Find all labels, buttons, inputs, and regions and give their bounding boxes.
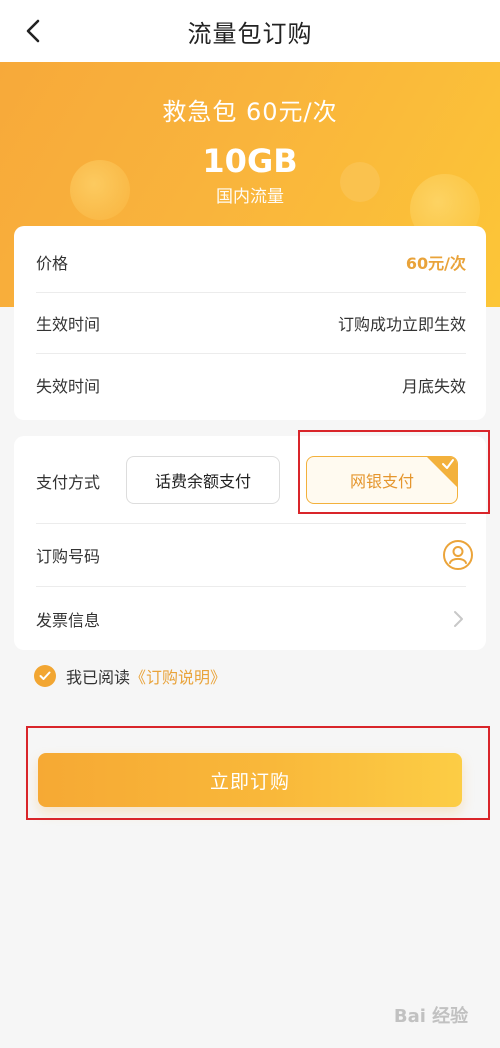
user-icon	[443, 540, 473, 570]
check-icon	[442, 459, 454, 469]
package-subtitle: 国内流量	[216, 187, 284, 207]
package-details-card: 价格 60元/次 生效时间 订购成功立即生效 失效时间 月底失效	[14, 226, 486, 420]
expiry-time-row: 失效时间 月底失效	[36, 354, 466, 415]
payment-method-row: 支付方式 话费余额支付 网银支付	[36, 436, 466, 524]
payment-method-label: 支付方式	[36, 473, 101, 492]
top-bar: 流量包订购	[0, 0, 500, 62]
expiry-time-label: 失效时间	[36, 376, 101, 396]
buy-now-button[interactable]: 立即订购	[38, 753, 462, 807]
chevron-right-icon	[454, 610, 463, 627]
payment-card: 支付方式 话费余额支付 网银支付 订购号码 发票信息	[14, 436, 486, 650]
order-number-row: 订购号码	[36, 524, 473, 587]
balance-payment-option[interactable]: 话费余额支付	[126, 456, 280, 504]
effective-time-label: 生效时间	[36, 315, 101, 334]
effective-time-row: 生效时间 订购成功立即生效	[36, 293, 466, 354]
price-row: 价格 60元/次	[36, 232, 466, 293]
chevron-left-icon	[26, 19, 40, 43]
package-title: 救急包 60元/次	[162, 98, 338, 126]
order-terms-link[interactable]: 《订购说明》	[130, 664, 226, 688]
price-label: 价格	[36, 254, 69, 273]
agreement-text: 我已阅读	[66, 668, 131, 687]
package-size: 10GB	[202, 142, 298, 180]
invoice-info-row[interactable]: 发票信息	[36, 587, 466, 650]
effective-time-value: 订购成功立即生效	[337, 315, 466, 334]
bank-payment-option[interactable]: 网银支付	[306, 456, 458, 504]
invoice-label: 发票信息	[36, 610, 101, 630]
watermark-text: Bai 经验	[393, 1006, 469, 1027]
page-title: 流量包订购	[187, 19, 313, 48]
agreement: 我已阅读 《订购说明》	[34, 664, 226, 688]
balance-payment-label: 话费余额支付	[154, 472, 251, 491]
watermark: Bai 经验	[376, 996, 486, 1034]
price-value: 60元/次	[405, 254, 466, 273]
order-number-label: 订购号码	[36, 547, 101, 566]
bank-payment-label: 网银支付	[349, 472, 414, 491]
contact-button[interactable]	[442, 539, 474, 571]
back-button[interactable]	[18, 16, 48, 46]
agreement-checkbox[interactable]	[34, 665, 56, 687]
expiry-time-value: 月底失效	[401, 376, 466, 396]
check-icon	[39, 671, 51, 680]
